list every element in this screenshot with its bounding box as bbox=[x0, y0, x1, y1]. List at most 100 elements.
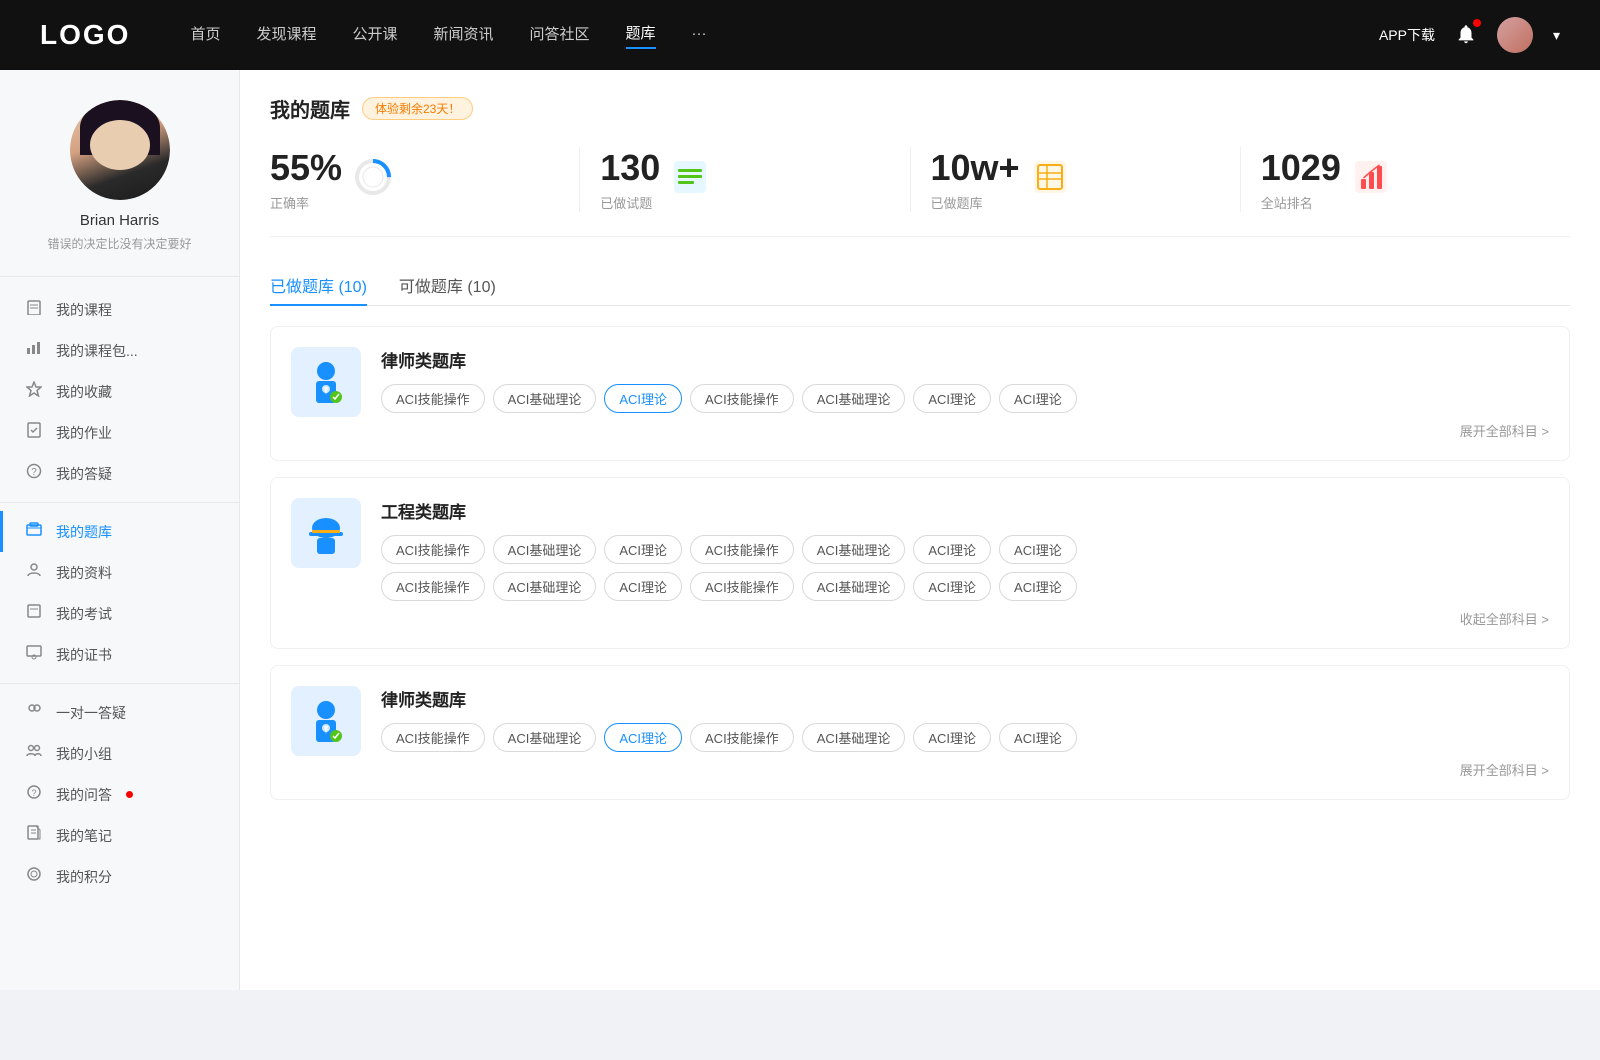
l2-tag-3[interactable]: ACI技能操作 bbox=[690, 723, 794, 752]
sidebar-item-homework[interactable]: 我的作业 bbox=[0, 412, 239, 453]
sidebar-label-my-qa: 我的问答 bbox=[56, 785, 112, 805]
bank-icon bbox=[24, 521, 44, 542]
logo: LOGO bbox=[40, 19, 130, 51]
sidebar-motto: 错误的决定比没有决定要好 bbox=[47, 235, 191, 252]
sidebar-item-exam[interactable]: 我的考试 bbox=[0, 593, 239, 634]
exam-icon bbox=[24, 603, 44, 624]
eng-tag-r2-2[interactable]: ACI理论 bbox=[604, 572, 682, 601]
lawyer-2-icon-wrap bbox=[291, 686, 361, 756]
sidebar-item-profile[interactable]: 我的资料 bbox=[0, 552, 239, 593]
sidebar-avatar bbox=[70, 100, 170, 200]
bank-tags-lawyer-2: ACI技能操作 ACI基础理论 ACI理论 ACI技能操作 ACI基础理论 AC… bbox=[381, 723, 1549, 752]
eng-tag-2[interactable]: ACI理论 bbox=[604, 535, 682, 564]
eng-tag-6[interactable]: ACI理论 bbox=[999, 535, 1077, 564]
question-icon: ? bbox=[24, 463, 44, 484]
tag-4[interactable]: ACI基础理论 bbox=[802, 384, 906, 413]
sidebar-item-certificate[interactable]: 我的证书 bbox=[0, 634, 239, 675]
eng-tag-r2-6[interactable]: ACI理论 bbox=[999, 572, 1077, 601]
lawyer-2-icon bbox=[301, 696, 351, 746]
sidebar-label-course-package: 我的课程包... bbox=[56, 341, 138, 361]
sidebar-label-group: 我的小组 bbox=[56, 744, 112, 764]
l2-tag-1[interactable]: ACI基础理论 bbox=[493, 723, 597, 752]
nav-more[interactable]: ··· bbox=[692, 25, 707, 46]
bank-header: 律师类题库 ACI技能操作 ACI基础理论 ACI理论 ACI技能操作 ACI基… bbox=[291, 347, 1549, 440]
user-avatar[interactable] bbox=[1497, 17, 1533, 53]
app-download-button[interactable]: APP下载 bbox=[1379, 25, 1435, 45]
sidebar-item-notes[interactable]: 我的笔记 bbox=[0, 815, 239, 856]
questions-icon bbox=[672, 159, 708, 200]
sidebar-label-points: 我的积分 bbox=[56, 867, 112, 887]
sidebar-label-tutoring: 一对一答疑 bbox=[56, 703, 126, 723]
eng-tag-1[interactable]: ACI基础理论 bbox=[493, 535, 597, 564]
eng-tag-3[interactable]: ACI技能操作 bbox=[690, 535, 794, 564]
collapse-engineer[interactable]: 收起全部科目 > bbox=[381, 609, 1549, 628]
bank-section-engineer: 工程类题库 ACI技能操作 ACI基础理论 ACI理论 ACI技能操作 ACI基… bbox=[270, 477, 1570, 649]
profile-icon bbox=[24, 562, 44, 583]
sidebar-item-course-package[interactable]: 我的课程包... bbox=[0, 330, 239, 371]
qa-icon: ? bbox=[24, 784, 44, 805]
sidebar-item-questions[interactable]: ? 我的答疑 bbox=[0, 453, 239, 494]
l2-tag-6[interactable]: ACI理论 bbox=[999, 723, 1077, 752]
sidebar-item-tutoring[interactable]: 一对一答疑 bbox=[0, 692, 239, 733]
tag-5[interactable]: ACI理论 bbox=[913, 384, 991, 413]
page-layout: Brian Harris 错误的决定比没有决定要好 我的课程 我的课程包... bbox=[0, 70, 1600, 990]
tag-3[interactable]: ACI技能操作 bbox=[690, 384, 794, 413]
nav-home[interactable]: 首页 bbox=[190, 23, 220, 48]
sidebar-label-homework: 我的作业 bbox=[56, 423, 112, 443]
expand-lawyer-1[interactable]: 展开全部科目 > bbox=[381, 421, 1549, 440]
l2-tag-2-active[interactable]: ACI理论 bbox=[604, 723, 682, 752]
eng-tag-4[interactable]: ACI基础理论 bbox=[802, 535, 906, 564]
eng-tag-5[interactable]: ACI理论 bbox=[913, 535, 991, 564]
tag-2-active[interactable]: ACI理论 bbox=[604, 384, 682, 413]
eng-tag-0[interactable]: ACI技能操作 bbox=[381, 535, 485, 564]
eng-tag-r2-4[interactable]: ACI基础理论 bbox=[802, 572, 906, 601]
sidebar-label-certificate: 我的证书 bbox=[56, 645, 112, 665]
svg-text:?: ? bbox=[31, 788, 36, 798]
nav-open-course[interactable]: 公开课 bbox=[352, 23, 397, 48]
bank-info-lawyer-1: 律师类题库 ACI技能操作 ACI基础理论 ACI理论 ACI技能操作 ACI基… bbox=[381, 347, 1549, 440]
nav-qa[interactable]: 问答社区 bbox=[530, 23, 590, 48]
points-icon bbox=[24, 866, 44, 887]
group-icon bbox=[24, 743, 44, 764]
bank-header-lawyer-2: 律师类题库 ACI技能操作 ACI基础理论 ACI理论 ACI技能操作 ACI基… bbox=[291, 686, 1549, 779]
sidebar-label-my-courses: 我的课程 bbox=[56, 300, 112, 320]
notification-bell[interactable] bbox=[1455, 23, 1477, 48]
sidebar-label-favorites: 我的收藏 bbox=[56, 382, 112, 402]
eng-tag-r2-5[interactable]: ACI理论 bbox=[913, 572, 991, 601]
page-title-row: 我的题库 体验剩余23天！ bbox=[270, 94, 1570, 123]
sidebar-username: Brian Harris bbox=[80, 212, 159, 229]
nav-discover[interactable]: 发现课程 bbox=[256, 23, 316, 48]
divider-1 bbox=[0, 502, 239, 503]
eng-tag-r2-3[interactable]: ACI技能操作 bbox=[690, 572, 794, 601]
sidebar-item-my-courses[interactable]: 我的课程 bbox=[0, 289, 239, 330]
l2-tag-0[interactable]: ACI技能操作 bbox=[381, 723, 485, 752]
sidebar-label-exam: 我的考试 bbox=[56, 604, 112, 624]
nav-right: APP下载 ▾ bbox=[1379, 17, 1560, 53]
sidebar-item-question-bank[interactable]: 我的题库 bbox=[0, 511, 239, 552]
l2-tag-4[interactable]: ACI基础理论 bbox=[802, 723, 906, 752]
l2-tag-5[interactable]: ACI理论 bbox=[913, 723, 991, 752]
sidebar-item-group[interactable]: 我的小组 bbox=[0, 733, 239, 774]
tag-1[interactable]: ACI基础理论 bbox=[493, 384, 597, 413]
nav-question-bank[interactable]: 题库 bbox=[626, 22, 656, 49]
eng-tag-r2-1[interactable]: ACI基础理论 bbox=[493, 572, 597, 601]
sidebar: Brian Harris 错误的决定比没有决定要好 我的课程 我的课程包... bbox=[0, 70, 240, 990]
tab-available-banks[interactable]: 可做题库 (10) bbox=[399, 265, 496, 305]
bank-header-engineer: 工程类题库 ACI技能操作 ACI基础理论 ACI理论 ACI技能操作 ACI基… bbox=[291, 498, 1549, 628]
sidebar-label-notes: 我的笔记 bbox=[56, 826, 112, 846]
expand-lawyer-2[interactable]: 展开全部科目 > bbox=[381, 760, 1549, 779]
tag-0[interactable]: ACI技能操作 bbox=[381, 384, 485, 413]
avatar-dropdown-arrow[interactable]: ▾ bbox=[1553, 27, 1560, 44]
bank-section-lawyer-1: 律师类题库 ACI技能操作 ACI基础理论 ACI理论 ACI技能操作 ACI基… bbox=[270, 326, 1570, 461]
nav-news[interactable]: 新闻资讯 bbox=[434, 23, 494, 48]
star-icon bbox=[24, 381, 44, 402]
tag-6[interactable]: ACI理论 bbox=[999, 384, 1077, 413]
sidebar-item-my-qa[interactable]: ? 我的问答 bbox=[0, 774, 239, 815]
sidebar-item-favorites[interactable]: 我的收藏 bbox=[0, 371, 239, 412]
bank-section-lawyer-2: 律师类题库 ACI技能操作 ACI基础理论 ACI理论 ACI技能操作 ACI基… bbox=[270, 665, 1570, 800]
eng-tag-r2-0[interactable]: ACI技能操作 bbox=[381, 572, 485, 601]
tab-done-banks[interactable]: 已做题库 (10) bbox=[270, 265, 367, 305]
sidebar-item-points[interactable]: 我的积分 bbox=[0, 856, 239, 897]
svg-text:?: ? bbox=[31, 467, 37, 478]
homework-icon bbox=[24, 422, 44, 443]
